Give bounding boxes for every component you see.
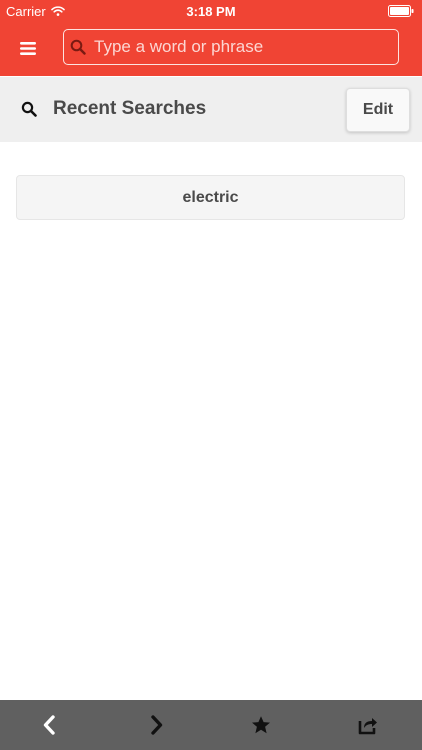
forward-button[interactable] [139, 708, 175, 742]
status-bar: Carrier 3:18 PM [0, 0, 422, 22]
search-icon [21, 101, 37, 122]
battery-icon [388, 5, 414, 20]
search-input[interactable] [94, 37, 398, 57]
bottom-toolbar [0, 700, 422, 750]
search-icon [70, 39, 86, 55]
star-icon [252, 716, 270, 734]
share-icon [358, 718, 377, 735]
edit-button[interactable]: Edit [346, 88, 410, 132]
search-box[interactable] [63, 29, 399, 65]
forward-icon [151, 715, 163, 735]
recent-search-item[interactable]: electric [16, 175, 405, 220]
menu-button[interactable] [12, 33, 44, 63]
recent-searches-title: Recent Searches [53, 98, 207, 119]
favorite-button[interactable] [243, 708, 279, 742]
recent-searches-header: Recent Searches Edit [0, 77, 422, 142]
hamburger-icon [20, 41, 36, 55]
share-button[interactable] [350, 708, 386, 742]
back-icon [43, 715, 55, 735]
recent-searches-list: electric [0, 142, 422, 700]
back-button[interactable] [31, 708, 67, 742]
status-time: 3:18 PM [186, 4, 236, 19]
